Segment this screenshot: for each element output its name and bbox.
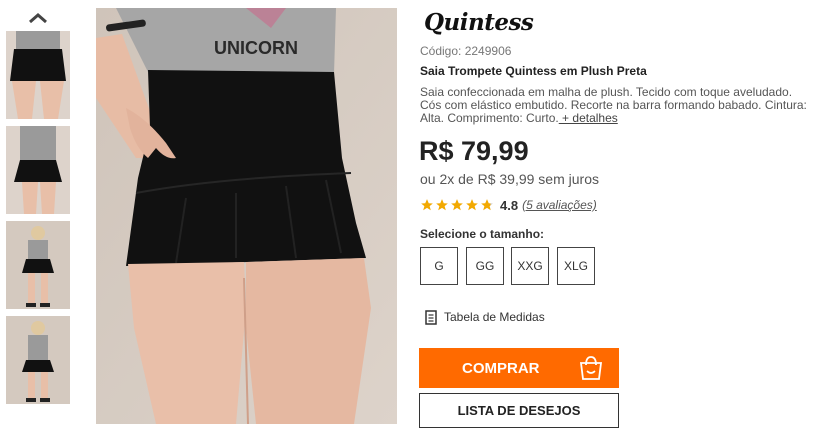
star-icon	[436, 199, 448, 211]
size-chart-link[interactable]: Tabela de Medidas	[425, 309, 545, 325]
product-description: Saia confeccionada em malha de plush. Te…	[420, 86, 810, 125]
size-selector-label: Selecione o tamanho:	[420, 227, 545, 241]
installments-text: ou 2x de R$ 39,99 sem juros	[420, 171, 599, 187]
size-chart-label: Tabela de Medidas	[444, 310, 545, 324]
main-product-image[interactable]: UNICORN	[96, 8, 397, 424]
star-icon	[466, 199, 478, 211]
chevron-up-icon	[29, 13, 47, 24]
star-icon	[421, 199, 433, 211]
size-option-xlg[interactable]: XLG	[557, 247, 595, 285]
product-code: Código: 2249906	[420, 44, 512, 58]
shirt-print-text: UNICORN	[214, 38, 298, 58]
thumbnail-1[interactable]	[6, 31, 70, 119]
buy-button[interactable]: COMPRAR	[419, 348, 619, 388]
product-rating: 4.8 (5 avaliações)	[420, 197, 597, 213]
size-option-gg[interactable]: GG	[466, 247, 504, 285]
document-icon	[425, 309, 437, 325]
thumbnail-3[interactable]	[6, 221, 70, 309]
buy-button-label: COMPRAR	[462, 359, 540, 377]
wishlist-button[interactable]: LISTA DE DESEJOS	[419, 393, 619, 428]
rating-stars	[420, 198, 494, 212]
star-half-icon	[481, 199, 493, 211]
thumbnail-2[interactable]	[6, 126, 70, 214]
thumbnail-4[interactable]	[6, 316, 70, 404]
more-details-link[interactable]: + detalhes	[559, 111, 618, 125]
thumbnails-scroll-up-button[interactable]	[26, 10, 50, 26]
star-icon	[451, 199, 463, 211]
shopping-bag-icon	[579, 356, 603, 380]
size-option-xxg[interactable]: XXG	[511, 247, 549, 285]
rating-value: 4.8	[500, 197, 519, 213]
size-option-g[interactable]: G	[420, 247, 458, 285]
reviews-link[interactable]: (5 avaliações)	[522, 198, 597, 212]
product-title: Saia Trompete Quintess em Plush Preta	[420, 64, 647, 78]
product-price: R$ 79,99	[419, 136, 529, 166]
brand-logo: Quintess	[424, 9, 534, 36]
